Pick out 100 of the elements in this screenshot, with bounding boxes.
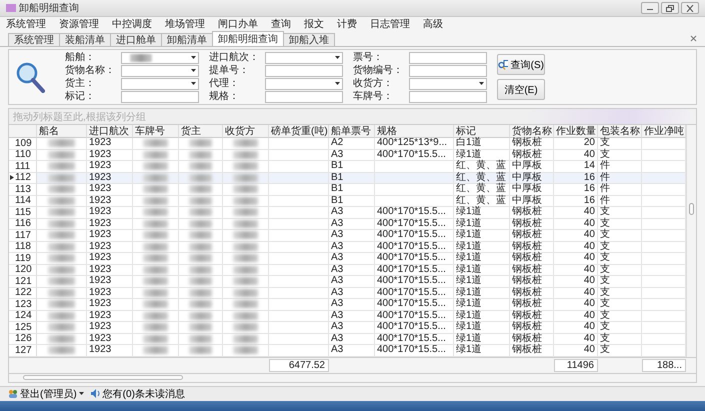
menu-item[interactable]: 高级 (423, 16, 443, 30)
row-header[interactable]: 119 (9, 253, 37, 264)
column-header[interactable]: 规格 (375, 125, 454, 138)
tab[interactable]: 卸船明细查询 (212, 31, 284, 46)
table-cell: 钢板桩 (510, 138, 554, 150)
input-field[interactable] (121, 90, 199, 102)
close-icon[interactable] (690, 35, 697, 42)
row-header[interactable]: 111 (9, 161, 37, 172)
table-cell: 钢板桩 (510, 276, 554, 288)
row-header[interactable]: 115 (9, 207, 37, 218)
query-button[interactable]: 查询(S) (497, 54, 545, 75)
input-field[interactable] (409, 90, 487, 102)
table-cell: 件 (598, 184, 642, 196)
menu-item[interactable]: 资源管理 (59, 16, 99, 30)
menu-item[interactable]: 计费 (337, 16, 357, 30)
table-cell: 支 (598, 264, 642, 276)
table-cell: 40 (554, 310, 598, 322)
input-field[interactable] (409, 64, 487, 76)
table-cell: B1 (329, 184, 375, 196)
tab[interactable]: 卸船清单 (161, 33, 213, 46)
row-header[interactable]: 124 (9, 310, 37, 322)
row-header[interactable]: 116 (9, 218, 37, 230)
tab[interactable]: 进口舱单 (110, 33, 162, 46)
input-field[interactable] (265, 90, 343, 102)
tab[interactable]: 系统管理 (8, 33, 60, 46)
column-header[interactable]: 包装名称 (598, 125, 642, 138)
table-cell: 400*125*13*9... (375, 138, 454, 150)
column-header[interactable]: 进口航次 (87, 125, 133, 138)
restore-button[interactable] (661, 2, 679, 14)
redacted-mark (233, 162, 258, 170)
menu-item[interactable]: 报文 (304, 16, 324, 30)
row-header[interactable]: 126 (9, 334, 37, 345)
messages-button[interactable]: 您有(0)条未读消息 (90, 386, 185, 400)
table-cell (642, 288, 686, 299)
column-header[interactable]: 货物名称 (510, 125, 554, 138)
tab[interactable]: 卸船入堆 (283, 33, 335, 46)
table-cell (642, 138, 686, 150)
menu-item[interactable]: 闸口办单 (218, 16, 258, 30)
input-field[interactable] (265, 64, 343, 76)
dropdown-field[interactable] (121, 64, 199, 76)
row-header[interactable]: 110 (9, 150, 37, 161)
row-header[interactable]: 109 (9, 138, 37, 150)
table-cell: 红、黄、蓝 (454, 196, 510, 207)
row-header[interactable]: 127 (9, 345, 37, 356)
dropdown-field[interactable] (409, 78, 487, 90)
redacted-mark (143, 323, 168, 332)
close-button[interactable] (681, 2, 699, 14)
redacted-mark (233, 277, 258, 286)
menu-item[interactable]: 系统管理 (6, 16, 46, 30)
redacted-mark (48, 266, 75, 274)
row-header[interactable]: 112 (9, 172, 37, 184)
column-header[interactable]: 作业数量 (554, 125, 598, 138)
column-header[interactable]: 收货方 (223, 125, 269, 138)
input-field[interactable] (409, 52, 487, 64)
column-header[interactable]: 标记 (454, 125, 510, 138)
table-cell: 支 (598, 207, 642, 218)
column-header[interactable]: 作业净吨 (642, 125, 686, 138)
row-header[interactable]: 114 (9, 196, 37, 207)
row-header[interactable]: 120 (9, 264, 37, 276)
scrollbar[interactable] (686, 125, 696, 356)
redacted-mark (188, 242, 212, 251)
menu-item[interactable]: 日志管理 (370, 16, 410, 30)
redacted-mark (233, 220, 258, 228)
table-cell: 400*170*15.5... (375, 242, 454, 253)
column-header[interactable]: 磅单货重(吨) (269, 125, 329, 138)
row-header[interactable]: 121 (9, 276, 37, 288)
menu-item[interactable]: 中控调度 (112, 16, 152, 30)
redacted-mark (188, 150, 212, 159)
column-header[interactable]: 船单票号 (329, 125, 375, 138)
table-cell: 钢板桩 (510, 288, 554, 299)
table-cell: 支 (598, 322, 642, 334)
row-header[interactable]: 118 (9, 242, 37, 253)
row-header[interactable]: 123 (9, 299, 37, 310)
minimize-button[interactable] (641, 2, 659, 14)
table-cell: 40 (554, 218, 598, 230)
row-header[interactable]: 122 (9, 288, 37, 299)
table-cell: A3 (329, 150, 375, 161)
logout-button[interactable]: 登出(管理员) (8, 386, 84, 400)
field-label: 代理： (209, 78, 240, 90)
column-header[interactable]: 船名 (37, 125, 87, 138)
dropdown-field[interactable] (265, 78, 343, 90)
table-cell: 支 (598, 150, 642, 161)
table-cell: 1923 (87, 299, 133, 310)
tab[interactable]: 装船清单 (59, 33, 111, 46)
row-header[interactable]: 125 (9, 322, 37, 334)
row-header[interactable]: 117 (9, 230, 37, 242)
table-cell (642, 276, 686, 288)
column-header[interactable]: 车牌号 (133, 125, 179, 138)
dropdown-field[interactable] (121, 78, 199, 90)
dropdown-field[interactable] (265, 52, 343, 64)
column-header[interactable]: 货主 (179, 125, 223, 138)
clear-button[interactable]: 清空(E) (497, 79, 545, 100)
dropdown-field[interactable] (121, 52, 199, 64)
menu-item[interactable]: 查询 (271, 16, 291, 30)
field-label: 票号： (353, 52, 384, 64)
table-cell: 支 (598, 230, 642, 242)
table-cell: 支 (598, 138, 642, 150)
menu-item[interactable]: 堆场管理 (165, 16, 205, 30)
table-cell: 1923 (87, 310, 133, 322)
row-header[interactable]: 113 (9, 184, 37, 196)
